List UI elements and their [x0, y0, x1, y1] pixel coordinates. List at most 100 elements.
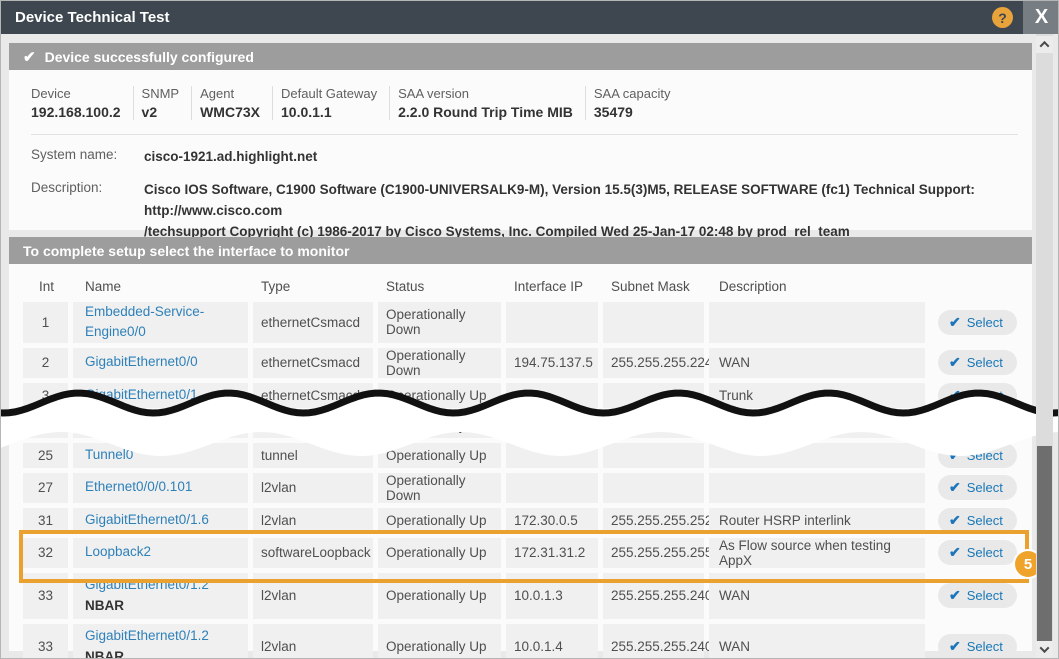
select-button[interactable]: ✔Select: [938, 350, 1017, 375]
success-banner-text: Device successfully configured: [45, 49, 254, 65]
interface-index: 3: [23, 383, 68, 408]
check-icon: ✔: [949, 387, 961, 404]
select-button[interactable]: ✔ Select: [938, 443, 1017, 468]
select-button[interactable]: ✔Select: [938, 540, 1017, 565]
check-icon: ✔: [9, 48, 45, 66]
select-button[interactable]: ✔Select: [938, 583, 1017, 608]
select-button[interactable]: ✔Select: [938, 413, 1017, 438]
scroll-down-icon[interactable]: [1036, 641, 1053, 658]
interface-type: l2vlan: [253, 473, 373, 503]
subnet-mask: [603, 413, 704, 438]
interface-name-cell: GigabitEthernet0/1.2NBAR: [73, 573, 248, 619]
column-header: Description: [709, 279, 925, 294]
interface-type: l2vlan: [253, 508, 373, 533]
check-icon: ✔: [949, 354, 961, 371]
interface-name-cell: [73, 413, 248, 438]
interface-description: WAN: [709, 624, 925, 659]
subnet-mask: [603, 383, 704, 408]
info-field: SAA capacity35479: [585, 86, 683, 120]
interface-type: tunnel: [253, 443, 373, 468]
interface-name-link[interactable]: GigabitEthernet0/1.6: [85, 510, 209, 530]
subnet-mask: 255.255.255.240: [603, 624, 704, 659]
dialog-title: Device Technical Test: [1, 9, 170, 26]
interface-name-link[interactable]: GigabitEthernet0/1.2: [85, 575, 209, 595]
subnet-mask: 255.255.255.240: [603, 573, 704, 619]
select-button[interactable]: ✔Select: [938, 508, 1017, 533]
close-icon[interactable]: X: [1023, 1, 1059, 34]
interface-name-link[interactable]: GigabitEthernet0/1: [85, 385, 198, 405]
interface-name-cell: GigabitEthernet0/1.6: [73, 508, 248, 533]
info-field-value: v2: [142, 104, 180, 120]
device-info-fields: Device192.168.100.2SNMPv2AgentWMC73XDefa…: [9, 70, 1032, 120]
interface-table: IntNameTypeStatusInterface IPSubnet Mask…: [9, 264, 1032, 651]
interface-type: [253, 413, 373, 438]
select-button-label: Select: [967, 639, 1003, 654]
interface-name-link[interactable]: Ethernet0/0/0.101: [85, 477, 192, 497]
check-icon: ✔: [949, 447, 961, 464]
select-button[interactable]: ✔Select: [938, 310, 1017, 335]
interface-ip: 10.0.1.3: [506, 573, 598, 619]
select-button[interactable]: ✔ Select: [938, 383, 1017, 408]
interface-name-cell: GigabitEthernet0/1.2NBAR: [73, 624, 248, 659]
column-header: Name: [73, 279, 248, 294]
interface-ip: 10.0.1.4: [506, 624, 598, 659]
select-button[interactable]: ✔Select: [938, 634, 1017, 659]
interface-status: Operationally Up: [378, 624, 501, 659]
table-row: 32Loopback2softwareLoopbackOperationally…: [23, 538, 1032, 568]
interface-description: Trunk: [709, 383, 925, 408]
interface-description: [709, 302, 925, 343]
column-header: Int: [23, 279, 68, 294]
interface-status: Operationally Up: [378, 573, 501, 619]
table-row: 27Ethernet0/0/0.101l2vlanOperationally D…: [23, 473, 1032, 503]
check-icon: ✔: [949, 417, 961, 434]
select-button-label: Select: [967, 388, 1003, 403]
interface-name-link[interactable]: GigabitEthernet0/1.2: [85, 626, 209, 646]
table-row: 25Tunnel0tunnelOperationally Up✔Select: [23, 443, 1032, 468]
interface-name-link[interactable]: Embedded-Service-Engine0/0: [85, 302, 248, 343]
subnet-mask: [603, 443, 704, 468]
info-field-value: WMC73X: [200, 104, 260, 120]
interface-name-cell: Ethernet0/0/0.101: [73, 473, 248, 503]
info-field-value: 192.168.100.2: [31, 104, 121, 120]
interface-name-link[interactable]: Loopback2: [85, 542, 151, 562]
info-field: AgentWMC73X: [191, 86, 272, 120]
interface-name-link[interactable]: GigabitEthernet0/0: [85, 352, 198, 372]
interface-status: Operationally Up: [378, 538, 501, 568]
scroll-up-icon[interactable]: [1036, 36, 1053, 53]
interface-index: 1: [23, 302, 68, 343]
interface-name-cell: Tunnel0: [73, 443, 248, 468]
interface-name-cell: Embedded-Service-Engine0/0: [73, 302, 248, 343]
interface-index: 32: [23, 538, 68, 568]
interface-status: Operationally Down: [378, 348, 501, 378]
interface-name-link[interactable]: Tunnel0: [85, 445, 133, 465]
description-value: Cisco IOS Software, C1900 Software (C190…: [144, 180, 1018, 243]
system-name-value: cisco-1921.ad.highlight.net: [144, 147, 317, 168]
subnet-mask: 255.255.255.224: [603, 348, 704, 378]
interface-status: Operationally Up: [378, 383, 501, 408]
interface-description: WAN: [709, 573, 925, 619]
check-icon: ✔: [949, 512, 961, 529]
interface-status: Operationally Up: [378, 413, 501, 438]
interface-description: As Flow source when testing AppX: [709, 538, 925, 568]
table-row: 33GigabitEthernet0/1.2NBARl2vlanOperatio…: [23, 573, 1032, 619]
interface-name-cell: Loopback2: [73, 538, 248, 568]
column-header: Type: [253, 279, 373, 294]
help-icon[interactable]: ?: [992, 7, 1013, 28]
table-row: 33GigabitEthernet0/1.2NBARl2vlanOperatio…: [23, 624, 1032, 659]
interface-description: WAN: [709, 348, 925, 378]
vertical-scrollbar[interactable]: [1036, 34, 1053, 659]
scrollbar-thumb[interactable]: [1037, 446, 1052, 642]
select-button-label: Select: [967, 448, 1003, 463]
table-section-header-text: To complete setup select the interface t…: [9, 243, 349, 259]
select-button-label: Select: [967, 588, 1003, 603]
select-button[interactable]: ✔Select: [938, 475, 1017, 500]
interface-ip: 194.75.137.5: [506, 348, 598, 378]
interface-description: Router HSRP interlink: [709, 508, 925, 533]
check-icon: ✔: [949, 544, 961, 561]
interface-ip: [506, 443, 598, 468]
column-header: Subnet Mask: [603, 279, 704, 294]
table-section-header: To complete setup select the interface t…: [9, 237, 1032, 264]
interface-index: 2: [23, 348, 68, 378]
info-field: SAA version2.2.0 Round Trip Time MIB: [389, 86, 585, 120]
interface-index: 33: [23, 624, 68, 659]
